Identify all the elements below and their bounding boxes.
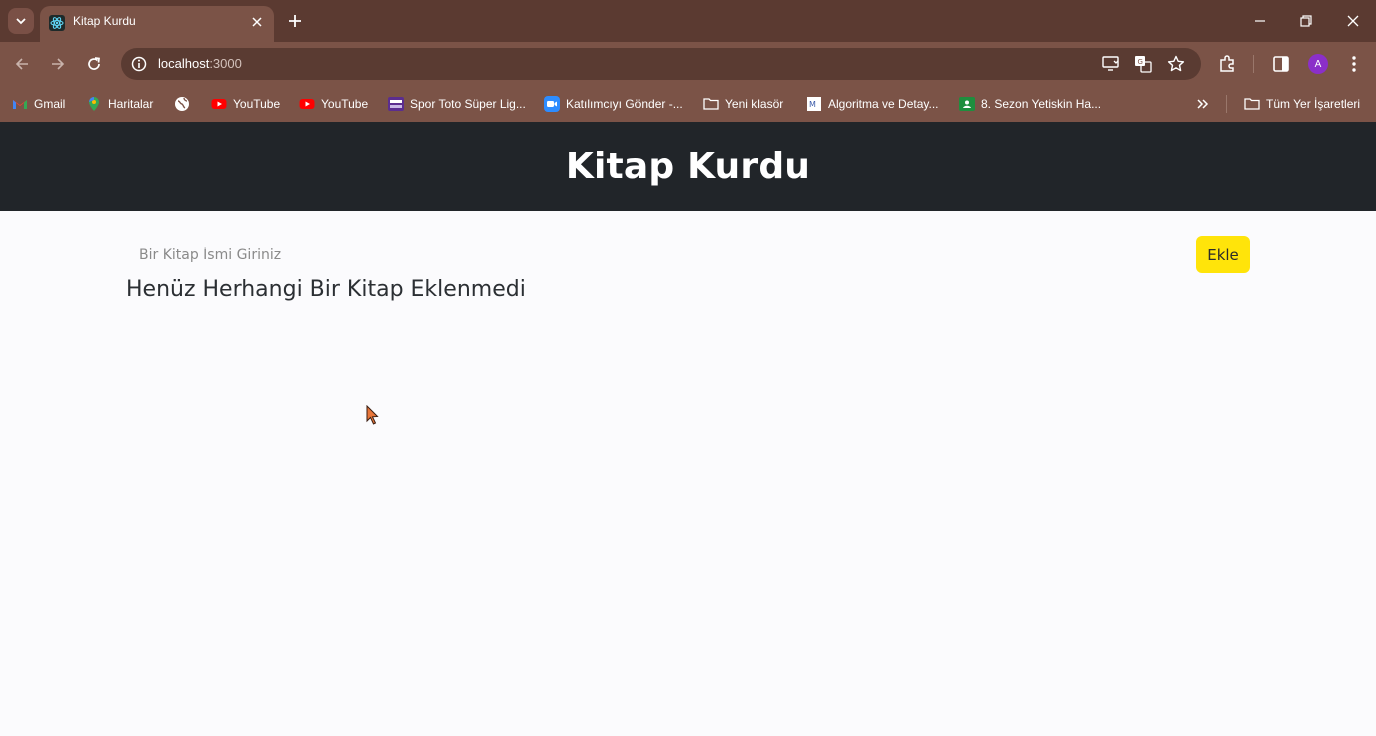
tab-title: Kitap Kurdu: [73, 14, 136, 28]
url-host: localhost: [158, 56, 210, 71]
tab-strip: Kitap Kurdu: [0, 0, 1376, 42]
bookmark-youtube-2[interactable]: YouTube: [299, 93, 368, 115]
empty-list-message: Henüz Herhangi Bir Kitap Eklenmedi: [126, 277, 526, 302]
extensions-icon[interactable]: [1216, 53, 1238, 75]
reload-icon: [88, 57, 100, 70]
address-bar[interactable]: localhost:3000 G: [121, 48, 1201, 80]
bookmark-sezon[interactable]: 8. Sezon Yetiskin Ha...: [959, 93, 1101, 115]
arrow-right-icon: [52, 58, 65, 70]
bookmark-label: Spor Toto Süper Lig...: [410, 97, 526, 111]
restore-icon: [1300, 15, 1312, 27]
bookmarks-overflow-button[interactable]: [1197, 93, 1209, 115]
bookmark-spor-toto[interactable]: Spor Toto Süper Lig...: [388, 93, 526, 115]
classroom-icon: [959, 97, 975, 111]
url-port: :3000: [209, 56, 242, 71]
folder-icon: [703, 98, 719, 110]
bookmark-label: Yeni klasör: [725, 97, 784, 111]
book-name-input[interactable]: [126, 236, 1186, 274]
bookmark-label: Haritalar: [108, 97, 154, 111]
forward-button[interactable]: [46, 52, 70, 76]
svg-text:M: M: [809, 100, 816, 109]
minimize-icon: [1255, 20, 1265, 22]
restore-button[interactable]: [1292, 8, 1320, 34]
tab-close-button[interactable]: [248, 13, 266, 31]
bookmark-algoritma[interactable]: M Algoritma ve Detay...: [806, 93, 938, 115]
plus-icon: [289, 15, 301, 27]
all-bookmarks-button[interactable]: Tüm Yer İşaretleri: [1244, 93, 1360, 115]
maps-icon: [89, 97, 99, 111]
url-text: localhost:3000: [158, 56, 242, 71]
active-tab[interactable]: Kitap Kurdu: [40, 6, 274, 42]
back-button[interactable]: [10, 52, 34, 76]
add-button[interactable]: Ekle: [1196, 236, 1250, 273]
sport-icon: [388, 97, 404, 111]
bookmark-zoom[interactable]: Katılımcıyı Gönder -...: [544, 93, 683, 115]
add-book-form: Ekle: [126, 236, 1250, 274]
bookmark-globe[interactable]: [174, 93, 190, 115]
new-tab-button[interactable]: [284, 10, 306, 32]
close-window-button[interactable]: [1339, 8, 1367, 34]
chevron-down-icon: [16, 18, 26, 25]
arrow-left-icon: [15, 58, 28, 70]
bookmark-label: Algoritma ve Detay...: [828, 97, 939, 111]
bookmark-maps[interactable]: Haritalar: [86, 93, 153, 115]
gmail-icon: [13, 100, 27, 109]
youtube-icon: [211, 99, 227, 109]
info-icon[interactable]: [130, 55, 148, 73]
bookmark-label: 8. Sezon Yetiskin Ha...: [981, 97, 1102, 111]
translate-icon[interactable]: G: [1133, 54, 1153, 74]
star-icon[interactable]: [1166, 54, 1186, 74]
page-title: Kitap Kurdu: [565, 146, 811, 187]
bookmark-label: YouTube: [321, 97, 369, 111]
bookmark-youtube-1[interactable]: YouTube: [211, 93, 280, 115]
app-header: Kitap Kurdu: [0, 122, 1376, 211]
profile-avatar[interactable]: A: [1308, 54, 1328, 74]
kebab-menu-icon[interactable]: [1343, 53, 1365, 75]
zoom-icon: [544, 96, 560, 112]
bookmark-label: YouTube: [233, 97, 281, 111]
bookmark-label: Katılımcıyı Gönder -...: [566, 97, 683, 111]
browser-toolbar: localhost:3000 G A: [0, 42, 1376, 86]
side-panel-icon[interactable]: [1270, 53, 1292, 75]
install-app-icon[interactable]: [1101, 54, 1121, 74]
folder-icon: [1244, 98, 1260, 110]
close-icon: [1347, 15, 1359, 27]
mouse-cursor-icon: [366, 405, 379, 425]
bookmark-gmail[interactable]: Gmail: [12, 93, 65, 115]
youtube-icon: [299, 99, 315, 109]
bookmark-label: Gmail: [34, 97, 66, 111]
all-bookmarks-label: Tüm Yer İşaretleri: [1266, 97, 1361, 111]
minimize-button[interactable]: [1246, 8, 1274, 34]
doc-icon: M: [807, 97, 821, 111]
toolbar-divider: [1253, 55, 1254, 73]
bookmark-yeni-klasor[interactable]: Yeni klasör: [703, 93, 783, 115]
chevron-double-right-icon: [1197, 99, 1209, 109]
bookmarks-bar: Gmail Haritalar YouTube YouTube Spor Tot…: [0, 86, 1376, 122]
reload-button[interactable]: [82, 52, 106, 76]
react-icon: [49, 15, 65, 31]
close-icon: [252, 17, 262, 27]
globe-icon: [175, 97, 189, 111]
svg-text:G: G: [1138, 58, 1143, 66]
bookmarks-divider: [1226, 95, 1227, 113]
tab-search-button[interactable]: [8, 8, 34, 34]
